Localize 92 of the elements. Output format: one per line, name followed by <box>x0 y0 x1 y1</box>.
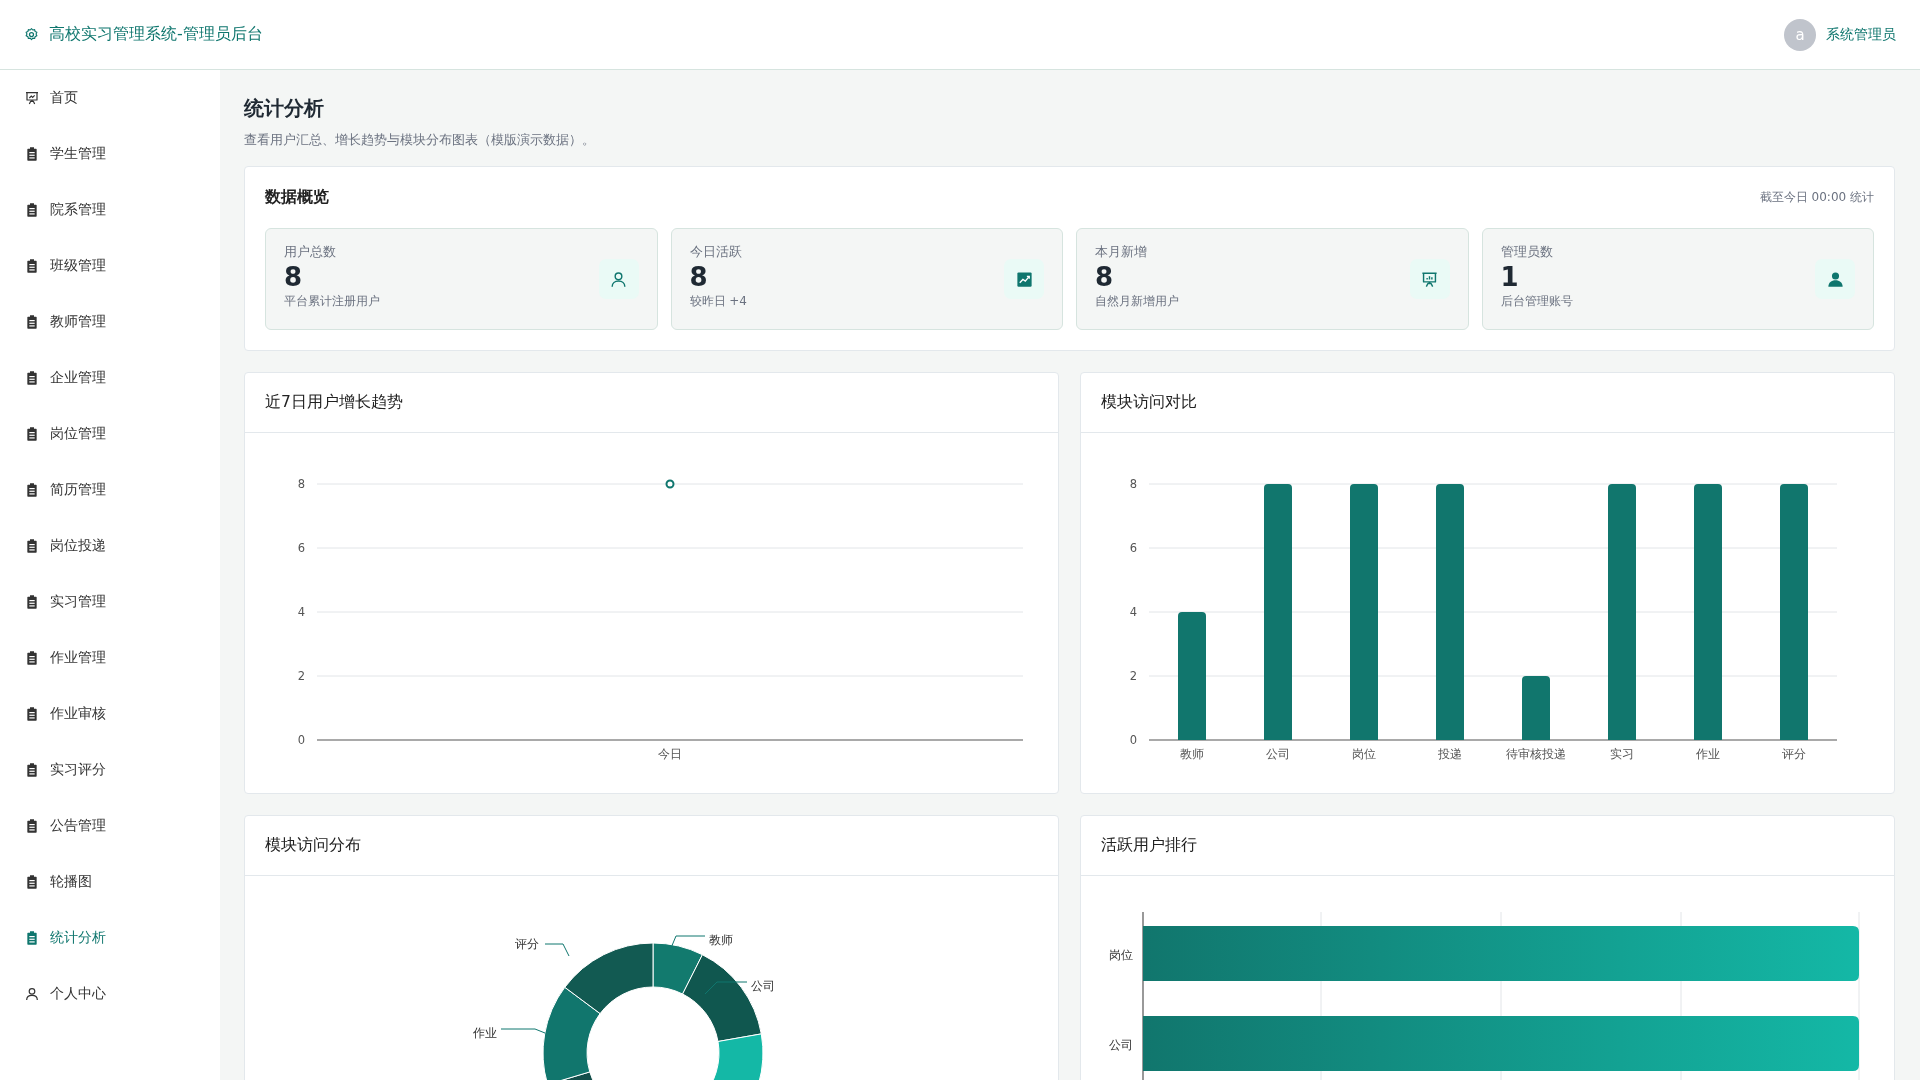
clipboard-icon <box>24 538 40 554</box>
user-name[interactable]: 系统管理员 <box>1826 25 1896 44</box>
stat-caption: 平台累计注册用户 <box>284 293 380 310</box>
axis-tick-label: 0 <box>1129 733 1137 747</box>
card-title: 模块访问分布 <box>265 835 361 856</box>
clipboard-icon <box>24 762 40 778</box>
user-icon <box>24 986 40 1002</box>
clipboard-icon <box>24 258 40 274</box>
axis-tick-label: 评分 <box>1782 747 1806 761</box>
clipboard-icon <box>24 482 40 498</box>
chart-label: 公司 <box>751 979 775 993</box>
stat-value: 8 <box>284 261 304 293</box>
sidebar-item[interactable]: 简历管理 <box>0 462 220 518</box>
clipboard-icon <box>24 874 40 890</box>
user-icon <box>609 269 628 289</box>
sidebar-item[interactable]: 学生管理 <box>0 126 220 182</box>
axis-tick-label: 作业 <box>1696 747 1720 761</box>
leader-line <box>544 943 570 957</box>
presentation-board-icon <box>24 90 40 106</box>
axis-tick-label: 投递 <box>1438 747 1462 761</box>
sidebar-item[interactable]: 作业管理 <box>0 630 220 686</box>
clipboard-icon <box>24 314 40 330</box>
sidebar-item[interactable]: 首页 <box>0 70 220 126</box>
stat-caption: 自然月新增用户 <box>1095 293 1179 310</box>
clipboard-icon <box>24 930 40 946</box>
stat-label: 本月新增 <box>1095 243 1148 261</box>
clipboard-icon <box>24 426 40 442</box>
axis-tick-label: 6 <box>1129 541 1137 555</box>
axis-tick-label: 实习 <box>1610 747 1634 761</box>
app-title: 高校实习管理系统-管理员后台 <box>49 24 263 45</box>
axis-tick-label: 4 <box>297 605 305 619</box>
axis-tick-label: 8 <box>297 477 305 491</box>
axis-tick-label: 0 <box>297 733 305 747</box>
page-subtitle: 查看用户汇总、增长趋势与模块分布图表（模版演示数据）。 <box>244 132 596 149</box>
clipboard-icon <box>24 146 40 162</box>
sidebar-item[interactable]: 作业审核 <box>0 686 220 742</box>
sidebar-item[interactable]: 实习管理 <box>0 574 220 630</box>
sidebar-item[interactable]: 岗位管理 <box>0 406 220 462</box>
sidebar-item[interactable]: 个人中心 <box>0 966 220 1022</box>
axis-tick-label: 岗位 <box>1109 948 1133 962</box>
sidebar-item[interactable]: 企业管理 <box>0 350 220 406</box>
stats-note: 截至今日 00:00 统计 <box>1759 189 1874 206</box>
clipboard-icon <box>24 370 40 386</box>
trend-chart-icon <box>1014 269 1034 289</box>
sidebar-item[interactable]: 公告管理 <box>0 798 220 854</box>
axis-tick-label: 2 <box>1129 669 1137 683</box>
clipboard-icon <box>24 594 40 610</box>
card-title: 近7日用户增长趋势 <box>265 392 403 413</box>
sidebar-item[interactable]: 岗位投递 <box>0 518 220 574</box>
card-title: 活跃用户排行 <box>1101 835 1197 856</box>
axis-tick-label: 4 <box>1129 605 1137 619</box>
stat-caption: 较昨日 +4 <box>689 293 747 310</box>
sidebar-item[interactable]: 院系管理 <box>0 182 220 238</box>
chart-label: 教师 <box>709 933 733 947</box>
user-icon <box>1825 269 1845 289</box>
clipboard-icon <box>24 818 40 834</box>
axis-tick-label: 6 <box>297 541 305 555</box>
sidebar-item[interactable]: 教师管理 <box>0 294 220 350</box>
sidebar-item[interactable]: 轮播图 <box>0 854 220 910</box>
bar <box>1522 676 1550 740</box>
chart-label: 作业 <box>473 1026 497 1040</box>
settings-icon <box>24 27 39 42</box>
axis-tick-label: 公司 <box>1109 1038 1133 1052</box>
clipboard-icon <box>24 706 40 722</box>
axis-tick-label: 8 <box>1129 477 1137 491</box>
sidebar-item[interactable]: 实习评分 <box>0 742 220 798</box>
page-title: 统计分析 <box>244 95 325 122</box>
section-title: 数据概览 <box>265 187 329 208</box>
stat-label: 今日活跃 <box>689 243 743 261</box>
leader-line <box>500 1028 546 1034</box>
leader-line <box>670 935 706 949</box>
sidebar-item[interactable]: 班级管理 <box>0 238 220 294</box>
axis-tick-label: 岗位 <box>1352 747 1376 761</box>
chart-label: 评分 <box>515 937 539 951</box>
data-point <box>665 479 675 489</box>
card-title: 模块访问对比 <box>1101 392 1197 413</box>
stat-value: 8 <box>1095 261 1115 293</box>
leader-line <box>704 981 748 995</box>
axis-tick-label: 待审核投递 <box>1506 747 1566 761</box>
sidebar-item[interactable]: 统计分析 <box>0 910 220 966</box>
stat-value: 8 <box>689 261 709 293</box>
stat-label: 用户总数 <box>284 243 337 261</box>
clipboard-icon <box>24 650 40 666</box>
stat-label: 管理员数 <box>1500 243 1554 261</box>
axis-tick-label: 2 <box>297 669 305 683</box>
clipboard-icon <box>24 202 40 218</box>
axis-tick-label: 公司 <box>1266 747 1290 761</box>
stat-caption: 后台管理账号 <box>1500 293 1573 310</box>
axis-tick-label: 今日 <box>658 747 682 761</box>
stat-value: 1 <box>1500 261 1520 293</box>
axis-tick-label: 教师 <box>1180 747 1204 761</box>
presentation-board-icon <box>1420 269 1439 289</box>
